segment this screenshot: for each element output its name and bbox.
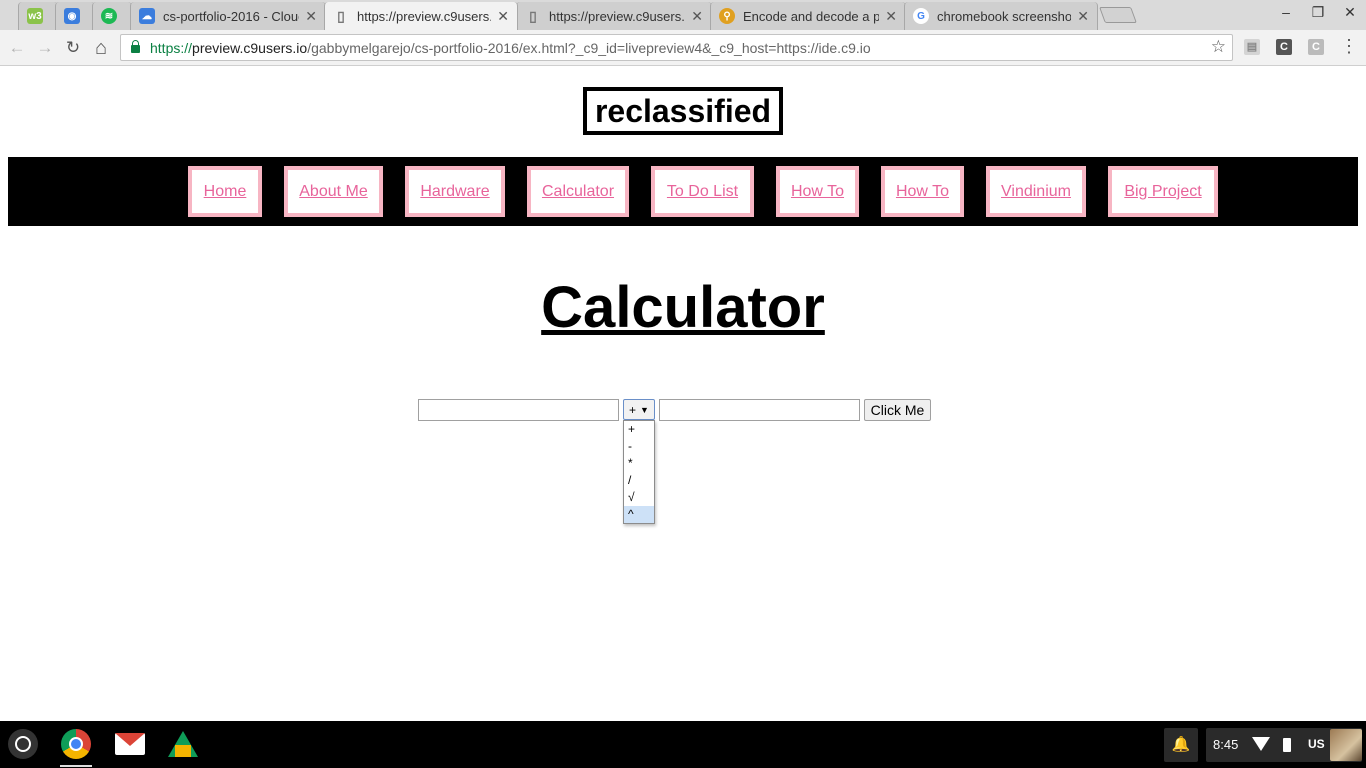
forward-button[interactable]: →	[34, 37, 56, 59]
operator-option-minus[interactable]: -	[624, 438, 654, 455]
nav-how-to-2[interactable]: How To	[881, 166, 964, 217]
back-button[interactable]: ←	[6, 37, 28, 59]
page-content: reclassified Home About Me Hardware Calc…	[0, 66, 1366, 721]
restore-button[interactable]: ❐	[1305, 4, 1331, 21]
tab-title: https://preview.c9users.i	[357, 8, 492, 24]
tab-eye[interactable]: ◉	[55, 2, 95, 30]
bell-icon[interactable]: 🔔	[1164, 728, 1198, 762]
tab-cloud9[interactable]: ☁ cs-portfolio-2016 - Cloud ✕	[130, 2, 326, 30]
reload-button[interactable]: ↻	[62, 37, 84, 59]
magnifier-icon: ⚲	[719, 8, 735, 24]
close-tab-icon[interactable]: ✕	[691, 8, 703, 25]
extension-c-icon[interactable]: C	[1276, 39, 1292, 55]
tab-encode[interactable]: ⚲ Encode and decode a pic ✕	[710, 2, 906, 30]
drive-app-icon[interactable]	[168, 731, 198, 757]
avatar	[1330, 729, 1362, 761]
bookmark-star-icon[interactable]: ☆	[1211, 37, 1226, 57]
tab-google[interactable]: G chromebook screenshot ✕	[904, 2, 1098, 30]
status-tray[interactable]: 8:45 US	[1206, 728, 1362, 762]
browser-toolbar: ← → ↻ ⌂ https://preview.c9users.io/gabby…	[0, 30, 1366, 66]
google-icon: G	[913, 8, 929, 24]
nav-about-me[interactable]: About Me	[284, 166, 383, 217]
w3-icon: w3	[27, 8, 43, 24]
page-title: Calculator	[541, 275, 825, 340]
tab-title: https://preview.c9users.i	[549, 8, 686, 24]
chevron-down-icon: ▼	[640, 404, 649, 415]
close-tab-icon[interactable]: ✕	[885, 8, 897, 25]
nav-calculator[interactable]: Calculator	[527, 166, 629, 217]
tab-title: cs-portfolio-2016 - Cloud	[163, 8, 300, 24]
running-indicator	[60, 765, 92, 767]
spotify-icon: ≋	[101, 8, 117, 24]
nav-to-do-list[interactable]: To Do List	[651, 166, 754, 217]
extension-c-icon[interactable]: C	[1308, 39, 1324, 55]
tab-title: Encode and decode a pic	[743, 8, 880, 24]
input-language: US	[1308, 737, 1325, 751]
tab-strip: w3 ◉ ≋ ☁ cs-portfolio-2016 - Cloud ✕ ▯ h…	[0, 0, 1366, 30]
url-scheme: https://	[150, 39, 193, 56]
site-brand: reclassified	[583, 87, 783, 135]
close-tab-icon[interactable]: ✕	[305, 8, 317, 25]
battery-icon	[1283, 738, 1291, 752]
os-shelf: 🔔 8:45 US	[0, 721, 1366, 768]
url-text[interactable]: https://preview.c9users.io/gabbymelgarej…	[150, 40, 871, 56]
tab-w3[interactable]: w3	[18, 2, 58, 30]
operator-select[interactable]: + ▼	[623, 399, 655, 420]
minimize-button[interactable]: –	[1273, 4, 1299, 20]
url-host: preview.c9users.io	[192, 39, 308, 56]
operator-selected-value: +	[629, 402, 637, 417]
page-icon: ▯	[529, 7, 537, 24]
address-bar[interactable]: https://preview.c9users.io/gabbymelgarej…	[120, 34, 1233, 61]
operator-dropdown-list: + - * / √ ^	[623, 420, 655, 524]
operator-option-power[interactable]: ^	[624, 506, 654, 523]
nav-vindinium[interactable]: Vindinium	[986, 166, 1086, 217]
nav-how-to[interactable]: How To	[776, 166, 859, 217]
nav-home[interactable]: Home	[188, 166, 262, 217]
extension-icon[interactable]: ▤	[1244, 39, 1260, 55]
launcher-icon[interactable]	[8, 729, 38, 759]
operator-option-plus[interactable]: +	[624, 421, 654, 438]
new-tab-button[interactable]	[1099, 7, 1137, 23]
site-nav: Home About Me Hardware Calculator To Do …	[8, 157, 1358, 226]
nav-big-project[interactable]: Big Project	[1108, 166, 1218, 217]
chrome-menu-icon[interactable]: ⋮	[1340, 36, 1358, 57]
lock-icon	[131, 40, 140, 53]
close-window-button[interactable]: ✕	[1337, 4, 1363, 21]
operator-option-divide[interactable]: /	[624, 472, 654, 489]
tab-preview-active[interactable]: ▯ https://preview.c9users.i ✕	[324, 2, 518, 30]
operator-option-sqrt[interactable]: √	[624, 489, 654, 506]
home-button[interactable]: ⌂	[90, 37, 112, 59]
tab-spotify[interactable]: ≋	[92, 2, 132, 30]
click-me-button[interactable]: Click Me	[864, 399, 931, 421]
eye-icon: ◉	[64, 8, 80, 24]
page-icon: ▯	[337, 7, 345, 24]
clock: 8:45	[1213, 737, 1239, 752]
operator-option-multiply[interactable]: *	[624, 455, 654, 472]
second-number-input[interactable]	[659, 399, 860, 421]
gmail-app-icon[interactable]	[115, 733, 145, 755]
tab-preview[interactable]: ▯ https://preview.c9users.i ✕	[516, 2, 712, 30]
first-number-input[interactable]	[418, 399, 619, 421]
wifi-icon	[1252, 737, 1270, 751]
close-tab-icon[interactable]: ✕	[497, 8, 509, 25]
nav-hardware[interactable]: Hardware	[405, 166, 505, 217]
tab-title: chromebook screenshot	[937, 8, 1072, 24]
cloud9-icon: ☁	[139, 8, 155, 24]
close-tab-icon[interactable]: ✕	[1077, 8, 1089, 25]
chrome-app-icon[interactable]	[61, 729, 91, 759]
url-path: /gabbymelgarejo/cs-portfolio-2016/ex.htm…	[307, 39, 871, 56]
